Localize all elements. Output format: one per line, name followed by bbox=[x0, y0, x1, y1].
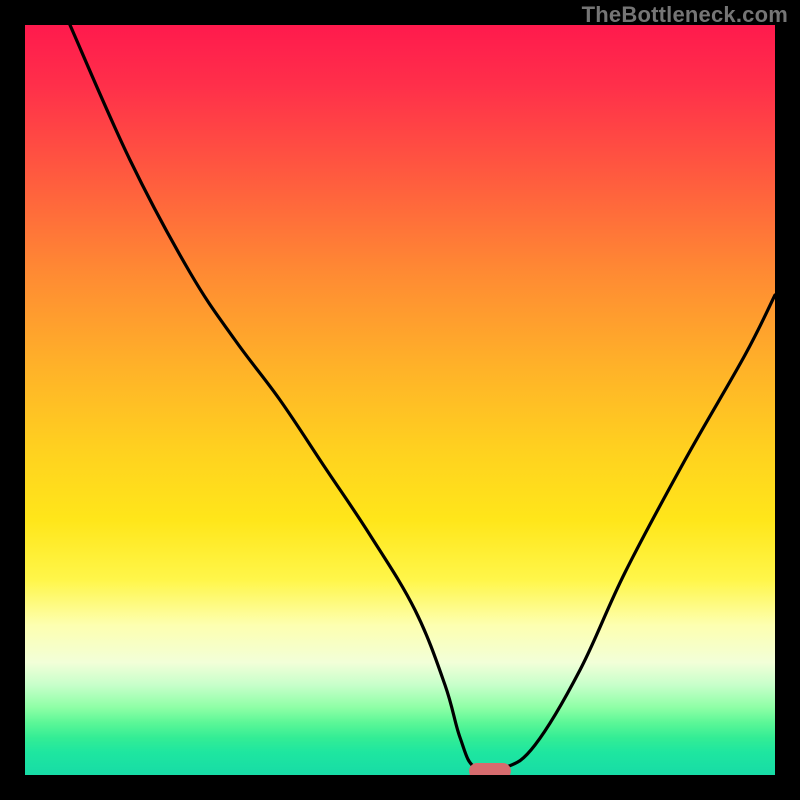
optimum-marker bbox=[469, 763, 511, 775]
plot-area bbox=[25, 25, 775, 775]
bottleneck-curve bbox=[25, 25, 775, 775]
chart-frame: TheBottleneck.com bbox=[0, 0, 800, 800]
watermark-text: TheBottleneck.com bbox=[582, 2, 788, 28]
